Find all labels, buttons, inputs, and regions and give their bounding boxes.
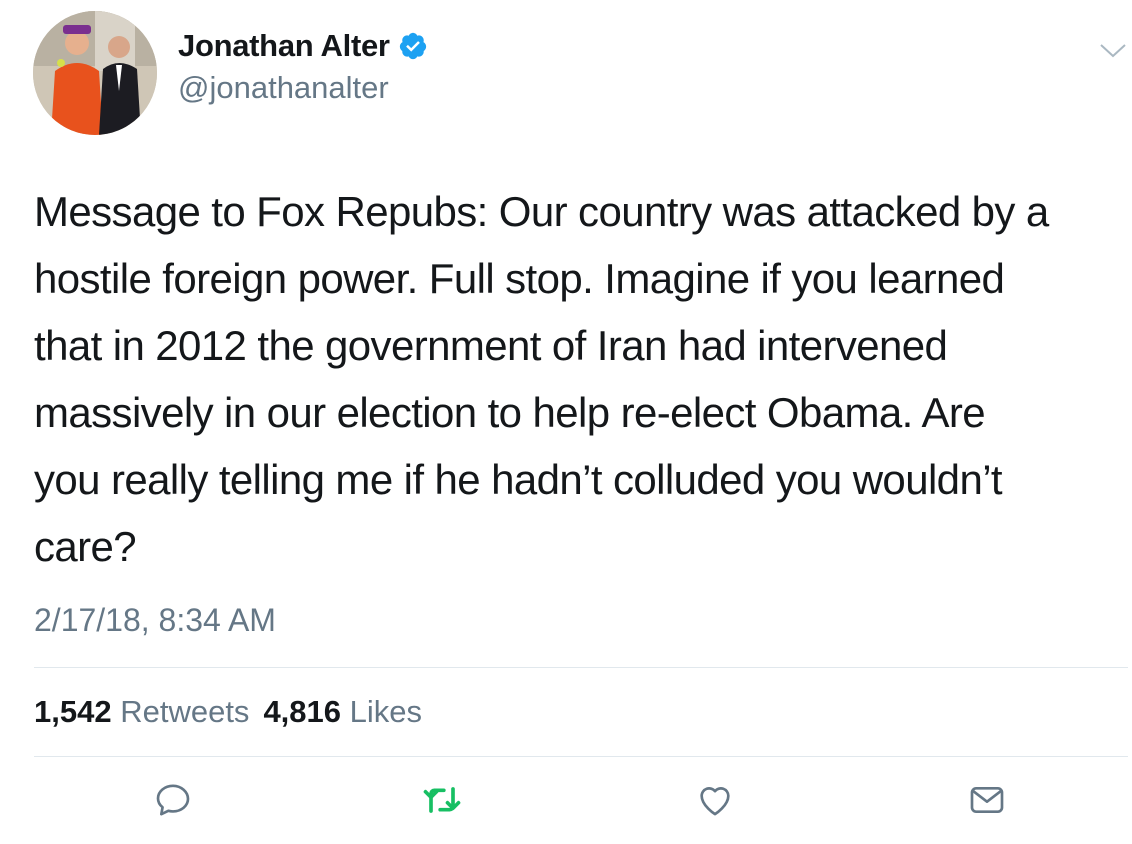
like-button[interactable] bbox=[693, 778, 737, 822]
verified-badge-icon bbox=[399, 32, 426, 60]
avatar[interactable] bbox=[33, 11, 157, 135]
reply-button[interactable] bbox=[151, 778, 195, 822]
direct-message-button[interactable] bbox=[965, 778, 1009, 822]
retweets-label: Retweets bbox=[120, 694, 250, 729]
heart-icon bbox=[700, 787, 730, 816]
retweet-icon bbox=[423, 787, 461, 813]
likes-stat[interactable]: 4,816 Likes bbox=[263, 694, 422, 729]
likes-count: 4,816 bbox=[263, 694, 342, 729]
retweet-button[interactable] bbox=[420, 778, 464, 822]
mail-icon bbox=[970, 787, 1004, 813]
user-handle[interactable]: @jonathanalter bbox=[178, 70, 389, 106]
likes-label: Likes bbox=[349, 694, 423, 729]
reply-icon bbox=[156, 784, 190, 816]
engagement-stats: 1,542 Retweets 4,816 Likes bbox=[34, 694, 422, 730]
tweet-text: Message to Fox Repubs: Our country was a… bbox=[34, 188, 1049, 570]
retweets-count: 1,542 bbox=[34, 694, 112, 729]
divider bbox=[34, 756, 1128, 757]
chevron-down-icon[interactable] bbox=[1098, 40, 1128, 60]
divider bbox=[34, 667, 1128, 668]
profile-photo bbox=[33, 11, 157, 135]
retweets-stat[interactable]: 1,542 Retweets bbox=[34, 694, 249, 729]
display-name-text[interactable]: Jonathan Alter bbox=[178, 28, 390, 63]
display-name[interactable]: Jonathan Alter bbox=[178, 28, 428, 64]
tweet-timestamp[interactable]: 2/17/18, 8:34 AM bbox=[34, 602, 276, 639]
